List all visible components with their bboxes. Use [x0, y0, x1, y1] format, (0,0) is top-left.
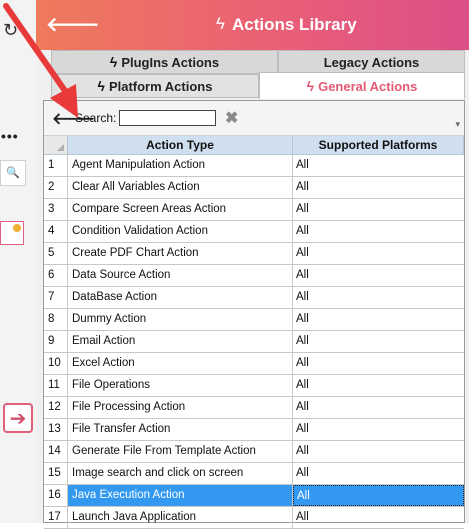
row-number: 7 [44, 287, 68, 308]
action-type-cell[interactable]: DataBase Action [68, 287, 293, 308]
search-label: Search: [75, 111, 117, 125]
table-row[interactable]: 15 Image search and click on screen All [44, 463, 464, 485]
action-type-cell[interactable]: Dummy Action [68, 309, 293, 330]
table-row[interactable]: 8 Dummy Action All [44, 309, 464, 331]
row-number: 8 [44, 309, 68, 330]
table-row[interactable]: 12 File Processing Action All [44, 397, 464, 419]
action-type-cell[interactable]: Generate File From Template Action [68, 441, 293, 462]
action-type-cell[interactable]: Image search and click on screen [68, 463, 293, 484]
action-type-cell[interactable]: Condition Validation Action [68, 221, 293, 242]
tab-legacy-label: Legacy Actions [323, 54, 420, 70]
supported-platforms-cell[interactable]: All [293, 221, 464, 242]
row-number: 13 [44, 419, 68, 440]
expand-chevron-icon[interactable]: ▾ [455, 119, 460, 130]
row-number: 11 [44, 375, 68, 396]
table-row[interactable]: 10 Excel Action All [44, 353, 464, 375]
arrow-right-button[interactable]: ➔ [3, 403, 33, 433]
tab-plugins-actions[interactable]: ϟ PlugIns Actions [51, 50, 278, 74]
table-row[interactable]: 3 Compare Screen Areas Action All [44, 199, 464, 221]
actions-library-panel: 🡐 ϟ Actions Library ϟ PlugIns Actions Le… [36, 0, 469, 529]
supported-platforms-cell[interactable]: All [293, 375, 464, 396]
supported-platforms-cell[interactable]: All [293, 507, 464, 528]
action-type-cell[interactable]: File Processing Action [68, 397, 293, 418]
action-type-cell[interactable]: Data Source Action [68, 265, 293, 286]
table-row[interactable]: 14 Generate File From Template Action All [44, 441, 464, 463]
tab-plugins-label: PlugIns Actions [121, 54, 220, 70]
row-number: 9 [44, 331, 68, 352]
action-type-cell[interactable]: Launch Java Application [68, 507, 293, 528]
tab-platform-label: Platform Actions [108, 78, 213, 94]
background-left-pane: ↻ ••• 🔍 ➔ [0, 0, 36, 523]
column-header-action-type[interactable]: Action Type [68, 136, 293, 155]
row-number: 16 [44, 485, 68, 506]
supported-platforms-cell[interactable]: All [293, 177, 464, 198]
column-header-supported-platforms[interactable]: Supported Platforms [293, 136, 464, 155]
actions-grid-container: 🡐 Search: ✖ ▾ Action Type Supported Plat… [43, 100, 465, 529]
table-row[interactable]: 1 Agent Manipulation Action All [44, 155, 464, 177]
envelope-icon[interactable] [0, 221, 24, 245]
select-all-corner[interactable] [44, 136, 68, 155]
search-input[interactable] [119, 110, 216, 126]
lightning-bolt-icon: ϟ [216, 14, 225, 33]
table-row[interactable]: 16 Java Execution Action All [44, 485, 464, 507]
row-number: 2 [44, 177, 68, 198]
row-number: 14 [44, 441, 68, 462]
search-icon[interactable]: 🔍 [0, 160, 26, 186]
tab-general-label: General Actions [318, 78, 418, 94]
table-row[interactable]: 5 Create PDF Chart Action All [44, 243, 464, 265]
window-title: Actions Library [232, 15, 357, 34]
tab-legacy-actions[interactable]: Legacy Actions [278, 50, 465, 74]
action-type-cell[interactable]: Agent Manipulation Action [68, 155, 293, 176]
supported-platforms-cell[interactable]: All [293, 441, 464, 462]
supported-platforms-cell[interactable]: All [293, 287, 464, 308]
supported-platforms-cell[interactable]: All [293, 331, 464, 352]
title-bar: 🡐 ϟ Actions Library [36, 0, 469, 50]
table-row[interactable]: 13 File Transfer Action All [44, 419, 464, 441]
table-row[interactable]: 11 File Operations All [44, 375, 464, 397]
refresh-icon[interactable]: ↻ [3, 20, 18, 41]
action-type-cell[interactable]: Email Action [68, 331, 293, 352]
table-row[interactable]: 9 Email Action All [44, 331, 464, 353]
action-type-cell[interactable]: Java Execution Action [68, 485, 293, 506]
more-options-icon[interactable]: ••• [1, 128, 19, 144]
tab-platform-actions[interactable]: ϟ Platform Actions [51, 74, 259, 98]
supported-platforms-cell[interactable]: All [293, 243, 464, 264]
general-bolt-icon: ϟ [306, 78, 315, 94]
clear-search-icon[interactable]: ✖ [225, 108, 238, 128]
table-row[interactable]: 6 Data Source Action All [44, 265, 464, 287]
row-number: 4 [44, 221, 68, 242]
row-number: 15 [44, 463, 68, 484]
supported-platforms-cell[interactable]: All [293, 397, 464, 418]
supported-platforms-cell[interactable]: All [293, 485, 464, 506]
supported-platforms-cell[interactable]: All [293, 265, 464, 286]
back-arrow-icon[interactable]: 🡐 [46, 12, 100, 37]
supported-platforms-cell[interactable]: All [293, 199, 464, 220]
row-number: 12 [44, 397, 68, 418]
action-type-cell[interactable]: File Operations [68, 375, 293, 396]
row-number: 5 [44, 243, 68, 264]
action-type-cell[interactable]: File Transfer Action [68, 419, 293, 440]
row-number: 1 [44, 155, 68, 176]
table-row[interactable]: 7 DataBase Action All [44, 287, 464, 309]
tab-general-actions[interactable]: ϟ General Actions [259, 72, 465, 99]
table-row[interactable]: 2 Clear All Variables Action All [44, 177, 464, 199]
action-type-cell[interactable]: Clear All Variables Action [68, 177, 293, 198]
platform-bolt-icon: ϟ [97, 78, 105, 94]
action-type-cell[interactable]: Excel Action [68, 353, 293, 374]
supported-platforms-cell[interactable]: All [293, 155, 464, 176]
action-type-cell[interactable]: Compare Screen Areas Action [68, 199, 293, 220]
row-number: 3 [44, 199, 68, 220]
row-number: 10 [44, 353, 68, 374]
row-number: 17 [44, 507, 68, 528]
plugin-bolt-icon: ϟ [109, 54, 118, 70]
action-type-cell[interactable]: Create PDF Chart Action [68, 243, 293, 264]
table-row[interactable]: 17 Launch Java Application All [44, 507, 464, 529]
row-number: 6 [44, 265, 68, 286]
supported-platforms-cell[interactable]: All [293, 463, 464, 484]
table-row[interactable]: 4 Condition Validation Action All [44, 221, 464, 243]
supported-platforms-cell[interactable]: All [293, 309, 464, 330]
search-bar: 🡐 Search: ✖ ▾ [44, 101, 464, 136]
supported-platforms-cell[interactable]: All [293, 353, 464, 374]
supported-platforms-cell[interactable]: All [293, 419, 464, 440]
